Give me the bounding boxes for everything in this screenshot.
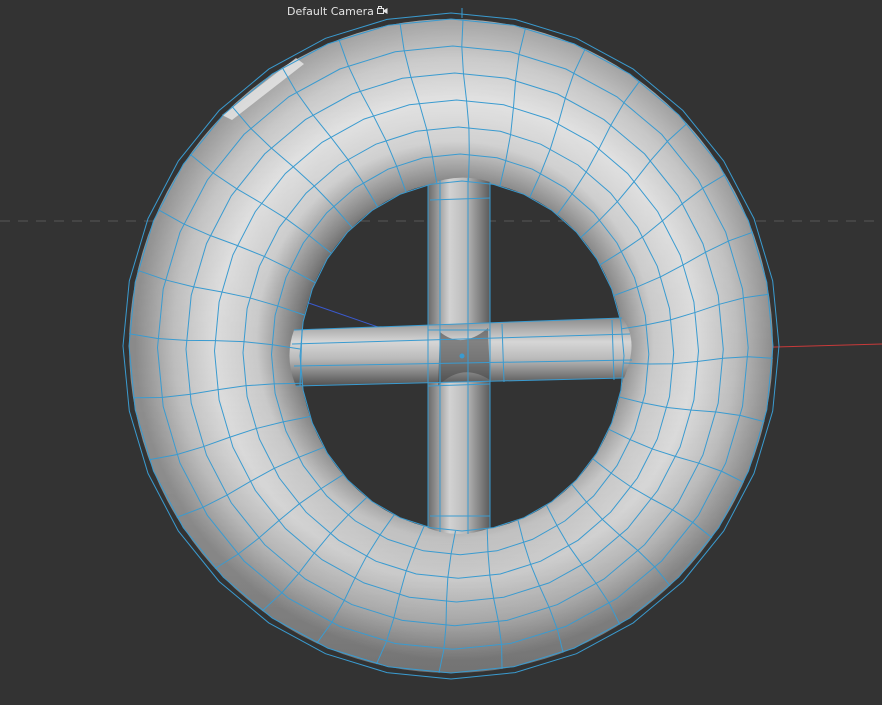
camera-selector[interactable]: Default Camera [284, 3, 391, 19]
camera-icon [376, 6, 388, 16]
3d-viewport[interactable]: Default Camera [0, 0, 882, 705]
viewport-scene[interactable] [0, 0, 882, 705]
camera-label-text: Default Camera [287, 4, 374, 18]
origin-point[interactable] [459, 353, 465, 359]
